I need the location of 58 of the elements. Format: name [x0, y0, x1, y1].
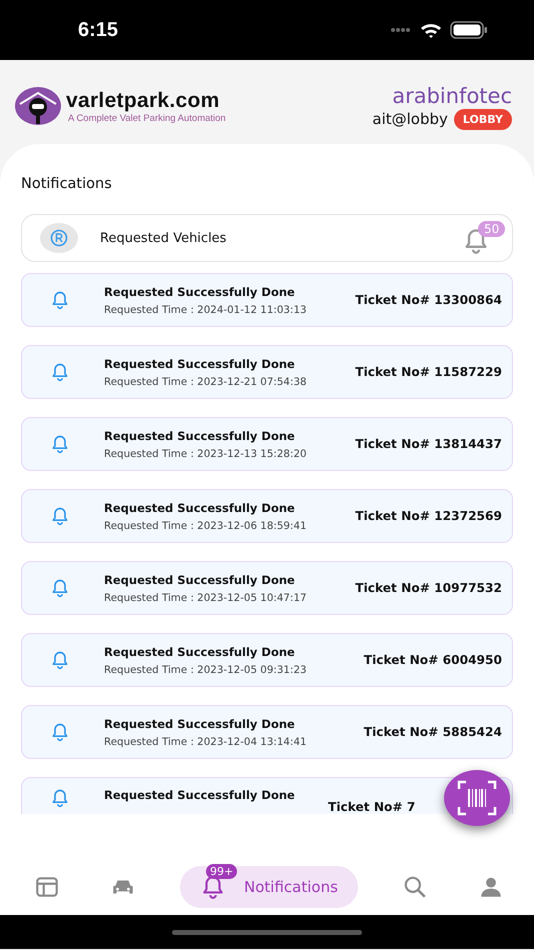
notification-card[interactable]: Requested Successfully Done Requested Time : 2023-12-13 15:28:20 Ticket No# 13814437: [21, 417, 513, 471]
notification-title: Requested Successfully Done: [104, 500, 296, 514]
status-time: 6:15: [78, 18, 118, 42]
registered-icon: [40, 223, 78, 253]
notifications-tab[interactable]: 99+ Notifications: [180, 866, 358, 908]
bell-icon: [50, 578, 70, 598]
notification-card[interactable]: Requested Successfully Done Requested Time : 2024-01-12 11:03:13 Ticket No# 13300864: [21, 273, 513, 327]
notification-title: Requested Successfully Done: [104, 788, 296, 802]
signal-icon: [390, 27, 412, 33]
battery-icon: [450, 21, 488, 39]
company-name: arabinfotec: [392, 82, 512, 108]
bell-icon: [50, 650, 70, 670]
barcode-scan-button[interactable]: [444, 770, 510, 826]
notification-title: Requested Successfully Done: [104, 356, 296, 370]
ticket-number: Ticket No# 5885424: [364, 725, 502, 739]
summary-card[interactable]: Requested Vehicles 50: [21, 214, 513, 262]
barcode-scan-icon: [457, 780, 497, 816]
notification-title: Requested Successfully Done: [104, 716, 296, 730]
ticket-number: Ticket No# 10977532: [355, 581, 502, 595]
requested-time: Requested Time : 2023-12-06 18:59:41: [104, 520, 308, 532]
ticket-number: Ticket No# 11587229: [355, 365, 502, 379]
bell-icon: [50, 788, 70, 808]
logo-icon: [14, 86, 62, 126]
search-icon: [402, 874, 428, 900]
ticket-number: Ticket No# 6004950: [364, 653, 502, 667]
bell-icon: [50, 434, 70, 454]
summary-label: Requested Vehicles: [100, 230, 228, 246]
notification-card[interactable]: Requested Successfully Done Requested Time : 2023-12-21 07:54:38 Ticket No# 11587229: [21, 345, 513, 399]
brand-name: varletpark.com: [66, 88, 221, 112]
notification-card[interactable]: Requested Successfully Done Requested Time : 2023-12-05 09:31:23 Ticket No# 6004950: [21, 633, 513, 687]
requested-time: Requested Time : 2023-12-05 10:47:17: [104, 592, 308, 604]
section-title: Notifications: [21, 176, 112, 192]
notification-title: Requested Successfully Done: [104, 572, 296, 586]
requested-time: Requested Time : 2023-12-13 15:28:20: [104, 448, 308, 460]
notification-card[interactable]: Requested Successfully Done Requested Time : 2023-12-04 13:14:41 Ticket No# 5885424: [21, 705, 513, 759]
ticket-number: Ticket No# 7: [328, 800, 416, 814]
wifi-icon: [420, 22, 442, 38]
role-badge: LOBBY: [454, 108, 512, 130]
user-name: ait@lobby: [372, 110, 448, 128]
requested-time: Requested Time : 2024-01-12 11:03:13: [104, 304, 308, 316]
bell-icon: [50, 290, 70, 310]
notification-title: Requested Successfully Done: [104, 644, 296, 658]
notification-card[interactable]: Requested Successfully Done Requested Time : 2023-12-06 18:59:41 Ticket No# 12372569: [21, 489, 513, 543]
count-badge: 50: [478, 221, 506, 237]
bell-icon: [50, 722, 70, 742]
ticket-number: Ticket No# 13300864: [355, 293, 502, 307]
brand-tagline: A Complete Valet Parking Automation: [68, 112, 226, 124]
bell-icon: [50, 362, 70, 382]
ticket-number: Ticket No# 13814437: [355, 437, 502, 451]
count-badge: 99+: [206, 864, 238, 879]
notification-card[interactable]: Requested Successfully Done Requested Time : 2023-12-05 10:47:17 Ticket No# 10977532: [21, 561, 513, 615]
bell-icon: [50, 506, 70, 526]
requested-time: Requested Time : 2023-12-21 07:54:38: [104, 376, 308, 388]
notification-title: Requested Successfully Done: [104, 284, 296, 298]
ticket-number: Ticket No# 12372569: [355, 509, 502, 523]
requested-time: Requested Time : 2023-12-04 13:14:41: [104, 736, 308, 748]
requested-time: Requested Time : 2023-12-05 09:31:23: [104, 664, 308, 676]
notification-title: Requested Successfully Done: [104, 428, 296, 442]
